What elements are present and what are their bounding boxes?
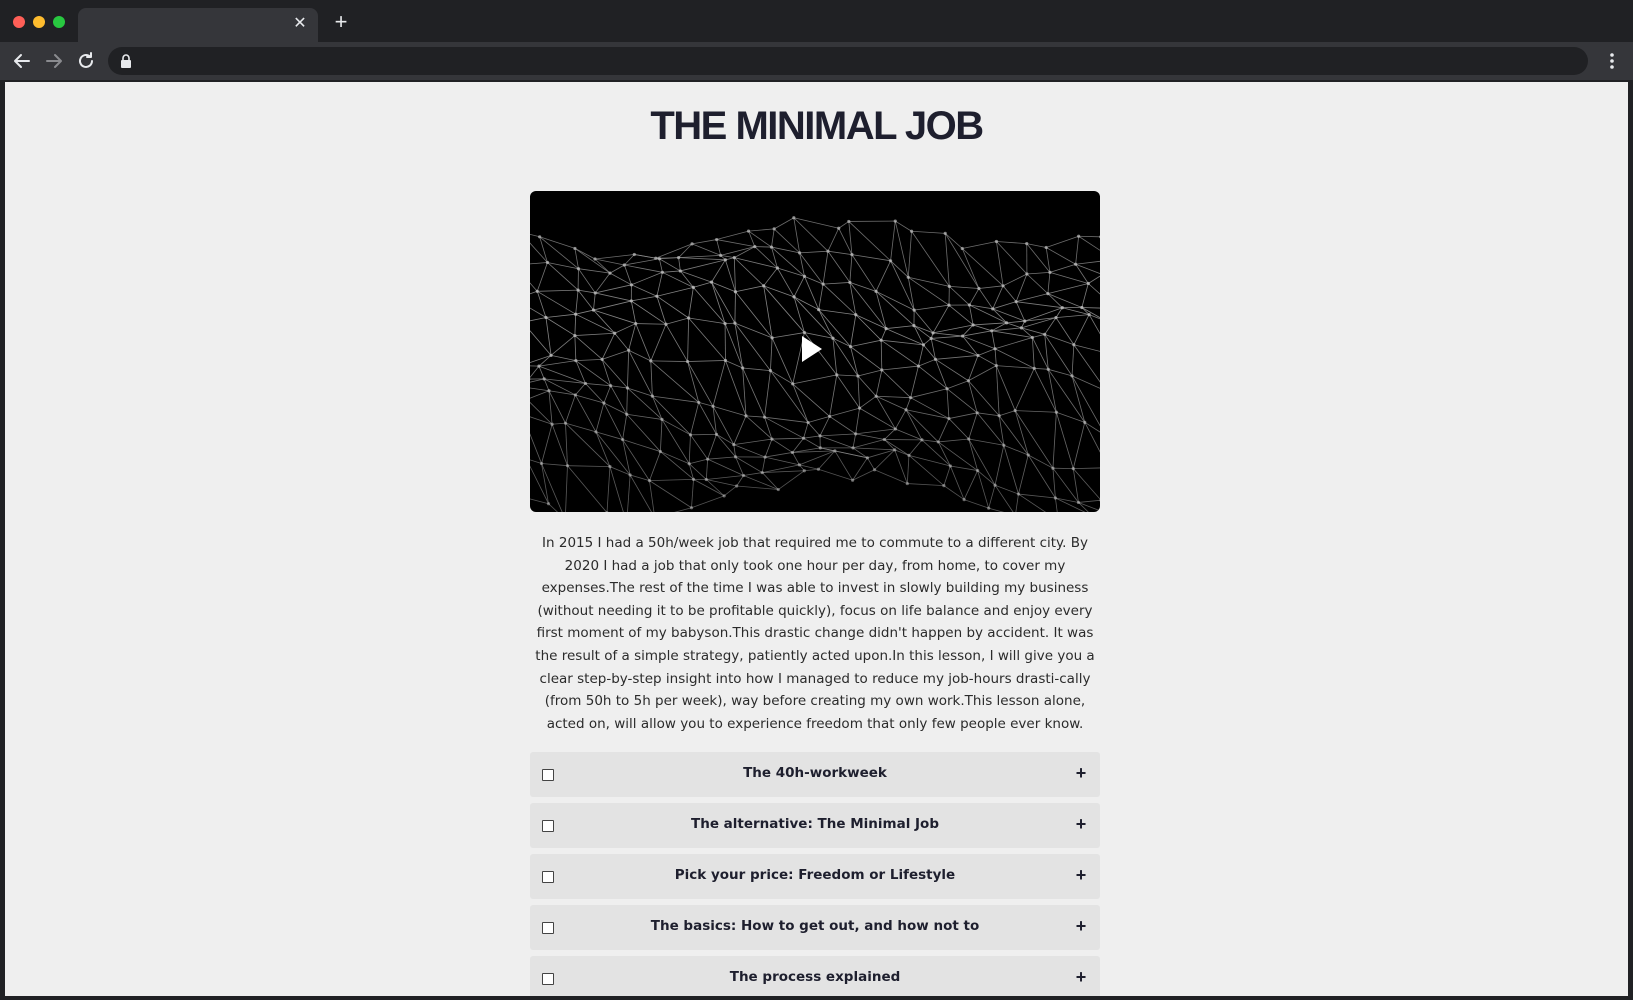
accordion-item[interactable]: The process explained + [530, 956, 1100, 996]
lesson-checkbox[interactable] [542, 922, 554, 934]
more-vertical-icon[interactable] [1601, 50, 1623, 72]
expand-plus-icon[interactable]: + [1074, 813, 1088, 835]
expand-plus-icon[interactable]: + [1074, 966, 1088, 988]
accordion-item-label: The alternative: The Minimal Job [691, 816, 939, 832]
address-bar[interactable] [108, 47, 1588, 75]
accordion-item[interactable]: Pick your price: Freedom or Lifestyle + [530, 854, 1100, 899]
lesson-checkbox[interactable] [542, 871, 554, 883]
accordion-item-label: The basics: How to get out, and how not … [650, 918, 980, 934]
close-window-button[interactable] [13, 16, 25, 28]
lesson-checkbox[interactable] [542, 973, 554, 985]
accordion-item-label: The process explained [729, 969, 901, 985]
lesson-accordion: The 40h-workweek + The alternative: The … [530, 752, 1100, 996]
accordion-item[interactable]: The 40h-workweek + [530, 752, 1100, 797]
accordion-item[interactable]: The basics: How to get out, and how not … [530, 905, 1100, 950]
accordion-item-label: The 40h-workweek [743, 765, 887, 781]
minimize-window-button[interactable] [33, 16, 45, 28]
plus-icon[interactable]: + [330, 11, 352, 33]
forward-arrow-icon[interactable] [43, 50, 65, 72]
close-icon[interactable]: ✕ [290, 14, 310, 34]
browser-tab[interactable]: ✕ [78, 8, 318, 42]
lesson-description: In 2015 I had a 50h/week job that requir… [535, 535, 1095, 732]
expand-plus-icon[interactable]: + [1074, 864, 1088, 886]
accordion-item[interactable]: The alternative: The Minimal Job + [530, 803, 1100, 848]
browser-toolbar [0, 42, 1633, 80]
accordion-item-label: Pick your price: Freedom or Lifestyle [674, 867, 956, 883]
lock-icon [121, 54, 131, 68]
lesson-checkbox[interactable] [542, 769, 554, 781]
play-icon[interactable] [800, 334, 824, 364]
expand-plus-icon[interactable]: + [1074, 762, 1088, 784]
browser-window: ✕ + THE MINIMAL JOB In 2015 I had a 50h/… [0, 0, 1633, 1000]
page-title: THE MINIMAL JOB [650, 104, 984, 148]
reload-icon[interactable] [75, 50, 97, 72]
expand-plus-icon[interactable]: + [1074, 915, 1088, 937]
video-player[interactable] [530, 191, 1100, 512]
tab-strip: ✕ + [0, 0, 1633, 42]
page-viewport: THE MINIMAL JOB In 2015 I had a 50h/week… [5, 82, 1628, 996]
maximize-window-button[interactable] [53, 16, 65, 28]
back-arrow-icon[interactable] [11, 50, 33, 72]
lesson-checkbox[interactable] [542, 820, 554, 832]
